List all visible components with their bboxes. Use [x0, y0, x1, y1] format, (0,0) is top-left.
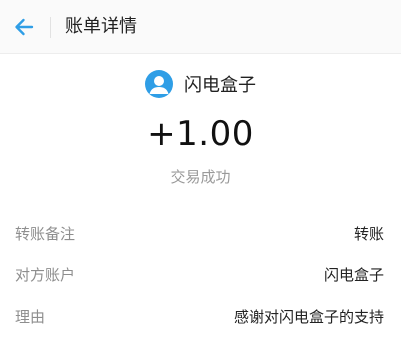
arrow-left-icon [15, 18, 34, 36]
header-divider [50, 17, 51, 38]
back-button[interactable] [10, 14, 38, 40]
user-avatar-icon [149, 76, 169, 94]
detail-label: 理由 [15, 308, 46, 326]
detail-value: 闪电盒子 [323, 266, 384, 284]
transaction-status: 交易成功 [170, 168, 231, 186]
detail-value: 转账 [353, 225, 384, 243]
detail-row-counterparty-account: 对方账户 闪电盒子 [15, 263, 384, 287]
avatar [145, 70, 173, 98]
detail-label: 转账备注 [15, 225, 76, 243]
detail-row-transfer-note: 转账备注 转账 [15, 222, 384, 246]
detail-value: 感谢对闪电盒子的支持 [233, 308, 384, 326]
payee-name: 闪电盒子 [184, 75, 256, 96]
payee-info: 闪电盒子 [0, 68, 401, 100]
bill-detail-page: 账单详情 闪电盒子 +1.00 交易成功 转账备注 转账 对方账户 闪电盒子 理… [0, 0, 401, 343]
page-title: 账单详情 [65, 16, 137, 37]
transaction-amount: +1.00 [147, 114, 254, 154]
top-app-bar: 账单详情 [0, 0, 401, 54]
detail-row-reason: 理由 感谢对闪电盒子的支持 [15, 305, 384, 329]
detail-label: 对方账户 [15, 266, 76, 284]
